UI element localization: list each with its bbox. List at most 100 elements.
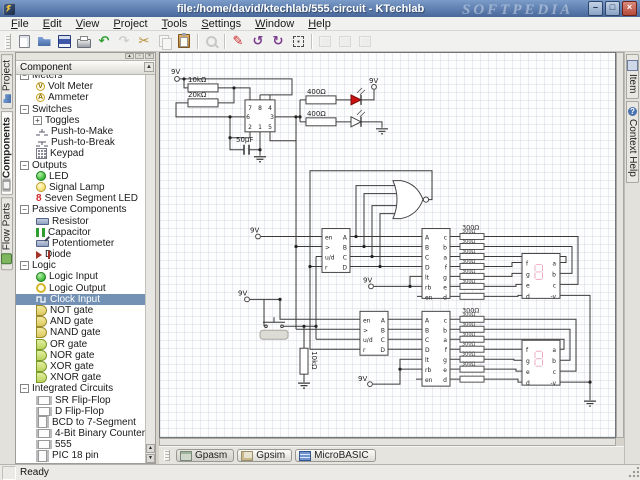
minimize-button[interactable]: –	[588, 1, 603, 16]
maximize-button[interactable]: □	[605, 1, 620, 16]
tree-item-integrated-circuits[interactable]: −Integrated Circuits	[16, 383, 146, 394]
menu-view[interactable]: View	[69, 18, 107, 30]
collapse-icon[interactable]: −	[20, 105, 29, 114]
resistor-stack-1[interactable]: 300Ω300Ω300Ω300Ω300Ω300Ω300Ω	[460, 224, 484, 300]
item-editor-button[interactable]: ✎	[229, 32, 248, 50]
led-red[interactable]	[351, 88, 365, 105]
menu-file[interactable]: File	[4, 18, 36, 30]
ungroup-items-button[interactable]	[336, 32, 355, 50]
menu-project[interactable]: Project	[106, 18, 154, 30]
tree-item-ammeter[interactable]: AAmmeter	[16, 92, 146, 103]
ic-boxes[interactable]	[245, 100, 560, 386]
open-file-button[interactable]	[35, 32, 54, 50]
tree-item-pic-18-pin[interactable]: PIC 18 pin	[16, 450, 146, 461]
redo-button[interactable]: ↷	[115, 32, 134, 50]
tree-item-resistor[interactable]: Resistor	[16, 215, 146, 226]
bottom-tabbar-handle[interactable]	[164, 450, 170, 461]
tree-item-logic[interactable]: −Logic	[16, 260, 146, 271]
svg-text:>: >	[363, 327, 368, 334]
tree-item-sr-flip-flop[interactable]: SR Flip-Flop	[16, 394, 146, 405]
collapse-icon[interactable]: −	[20, 384, 29, 393]
print-button[interactable]	[75, 32, 94, 50]
tool-tab-gpasm[interactable]: Gpasm	[176, 449, 234, 462]
tree-item-potentiometer[interactable]: Potentiometer	[16, 238, 146, 249]
tree-item-led[interactable]: LED	[16, 171, 146, 182]
collapse-icon[interactable]: −	[20, 75, 29, 80]
paste-button[interactable]	[175, 32, 194, 50]
menu-window[interactable]: Window	[248, 18, 301, 30]
rotate-cw-button[interactable]: ↻	[269, 32, 288, 50]
right-tab-context-help[interactable]: ?Context Help	[626, 101, 639, 183]
collapse-icon[interactable]: −	[20, 261, 29, 270]
menu-tools[interactable]: Tools	[155, 18, 195, 30]
tree-item-passive-components[interactable]: −Passive Components	[16, 204, 146, 215]
tree-item-switches[interactable]: −Switches	[16, 104, 146, 115]
led-2[interactable]	[351, 110, 365, 127]
tree-item-push-to-break[interactable]: Push-to-Break	[16, 137, 146, 148]
menu-settings[interactable]: Settings	[194, 18, 248, 30]
canvas-horizontal-scrollbar[interactable]	[159, 438, 616, 446]
expand-icon[interactable]: +	[33, 116, 42, 125]
tool-tab-gpsim[interactable]: Gpsim	[237, 449, 292, 462]
menu-edit[interactable]: Edit	[36, 18, 69, 30]
tree-item-not-gate[interactable]: NOT gate	[16, 305, 146, 316]
tree-item-signal-lamp[interactable]: Signal Lamp	[16, 182, 146, 193]
tree-item-capacitor[interactable]: Capacitor	[16, 227, 146, 238]
svg-text:b: b	[552, 358, 556, 365]
rotate-ccw-button[interactable]: ↺	[249, 32, 268, 50]
dock-close-icon[interactable]: ×	[145, 53, 154, 59]
close-button[interactable]: ×	[622, 1, 637, 16]
save-file-button[interactable]	[55, 32, 74, 50]
tree-item-clock-input[interactable]: Clock Input	[16, 294, 146, 305]
create-subcircuit-button[interactable]	[356, 32, 375, 50]
resistor-stack-2[interactable]: 300Ω300Ω300Ω300Ω300Ω300Ω300Ω	[460, 306, 484, 382]
right-tab-item[interactable]: Item	[626, 54, 639, 99]
tree-item-xnor-gate[interactable]: XNOR gate	[16, 372, 146, 383]
tree-item-555[interactable]: 555	[16, 439, 146, 450]
tree-item-nor-gate[interactable]: NOR gate	[16, 350, 146, 361]
scroll-down-icon[interactable]: ▼	[146, 454, 155, 463]
toolbar-handle[interactable]	[5, 34, 11, 49]
sidebar-tab-project[interactable]: Project	[1, 54, 13, 109]
tree-item-seven-segment-led[interactable]: 8Seven Segment LED	[16, 193, 146, 204]
tree-item-logic-output[interactable]: Logic Output	[16, 283, 146, 294]
menu-help[interactable]: Help	[301, 18, 338, 30]
nor-gate[interactable]	[393, 181, 429, 219]
dock-stick-icon[interactable]: ▴	[125, 53, 134, 59]
tree-scrollbar[interactable]: ▲ ▼	[145, 75, 155, 463]
group-items-button[interactable]	[316, 32, 335, 50]
sidebar-tab-components[interactable]: Components	[1, 111, 13, 195]
scroll-up-icon[interactable]: ▲	[146, 444, 155, 453]
resize-grip[interactable]	[627, 467, 639, 479]
new-file-button[interactable]	[15, 32, 34, 50]
tree-item-logic-input[interactable]: Logic Input	[16, 271, 146, 282]
tree-item-nand-gate[interactable]: NAND gate	[16, 327, 146, 338]
collapse-icon[interactable]: −	[20, 161, 29, 170]
scroll-up-icon[interactable]: ▲	[144, 62, 154, 72]
svg-text:b: b	[443, 244, 447, 251]
collapse-icon[interactable]: −	[20, 205, 29, 214]
tree-item-volt-meter[interactable]: VVolt Meter	[16, 81, 146, 92]
zoom-select-button[interactable]	[202, 32, 221, 50]
tree-item-or-gate[interactable]: OR gate	[16, 339, 146, 350]
tree-item-4-bit-binary-counter[interactable]: 4-Bit Binary Counter	[16, 428, 146, 439]
tree-item-bcd-to-7-segment[interactable]: BCD to 7-Segment	[16, 417, 146, 428]
capacitor-50uf[interactable]	[244, 145, 249, 155]
undo-button[interactable]: ↶	[95, 32, 114, 50]
tree-item-keypad[interactable]: Keypad	[16, 148, 146, 159]
sidebar-tab-flow-parts[interactable]: Flow Parts	[1, 197, 13, 270]
snap-grid-button[interactable]	[289, 32, 308, 50]
tree-item-outputs[interactable]: −Outputs	[16, 160, 146, 171]
cut-button[interactable]: ✂	[135, 32, 154, 50]
tree-item-xor-gate[interactable]: XOR gate	[16, 361, 146, 372]
canvas-vertical-scrollbar[interactable]	[616, 52, 624, 438]
tree-item-diode[interactable]: Diode	[16, 249, 146, 260]
tree-item-toggles[interactable]: +Toggles	[16, 115, 146, 126]
tree-item-and-gate[interactable]: AND gate	[16, 316, 146, 327]
tool-tab-microbasic[interactable]: MicroBASIC	[295, 449, 375, 462]
tree-item-push-to-make[interactable]: Push-to-Make	[16, 126, 146, 137]
tree-item-d-flip-flop[interactable]: D Flip-Flop	[16, 406, 146, 417]
dock-float-icon[interactable]: ▫	[135, 53, 144, 59]
copy-button[interactable]	[155, 32, 174, 50]
circuit-canvas[interactable]: 9V 10kΩ 20kΩ 50µF 400Ω 400Ω 9V 9V 9V 9V …	[159, 52, 616, 438]
